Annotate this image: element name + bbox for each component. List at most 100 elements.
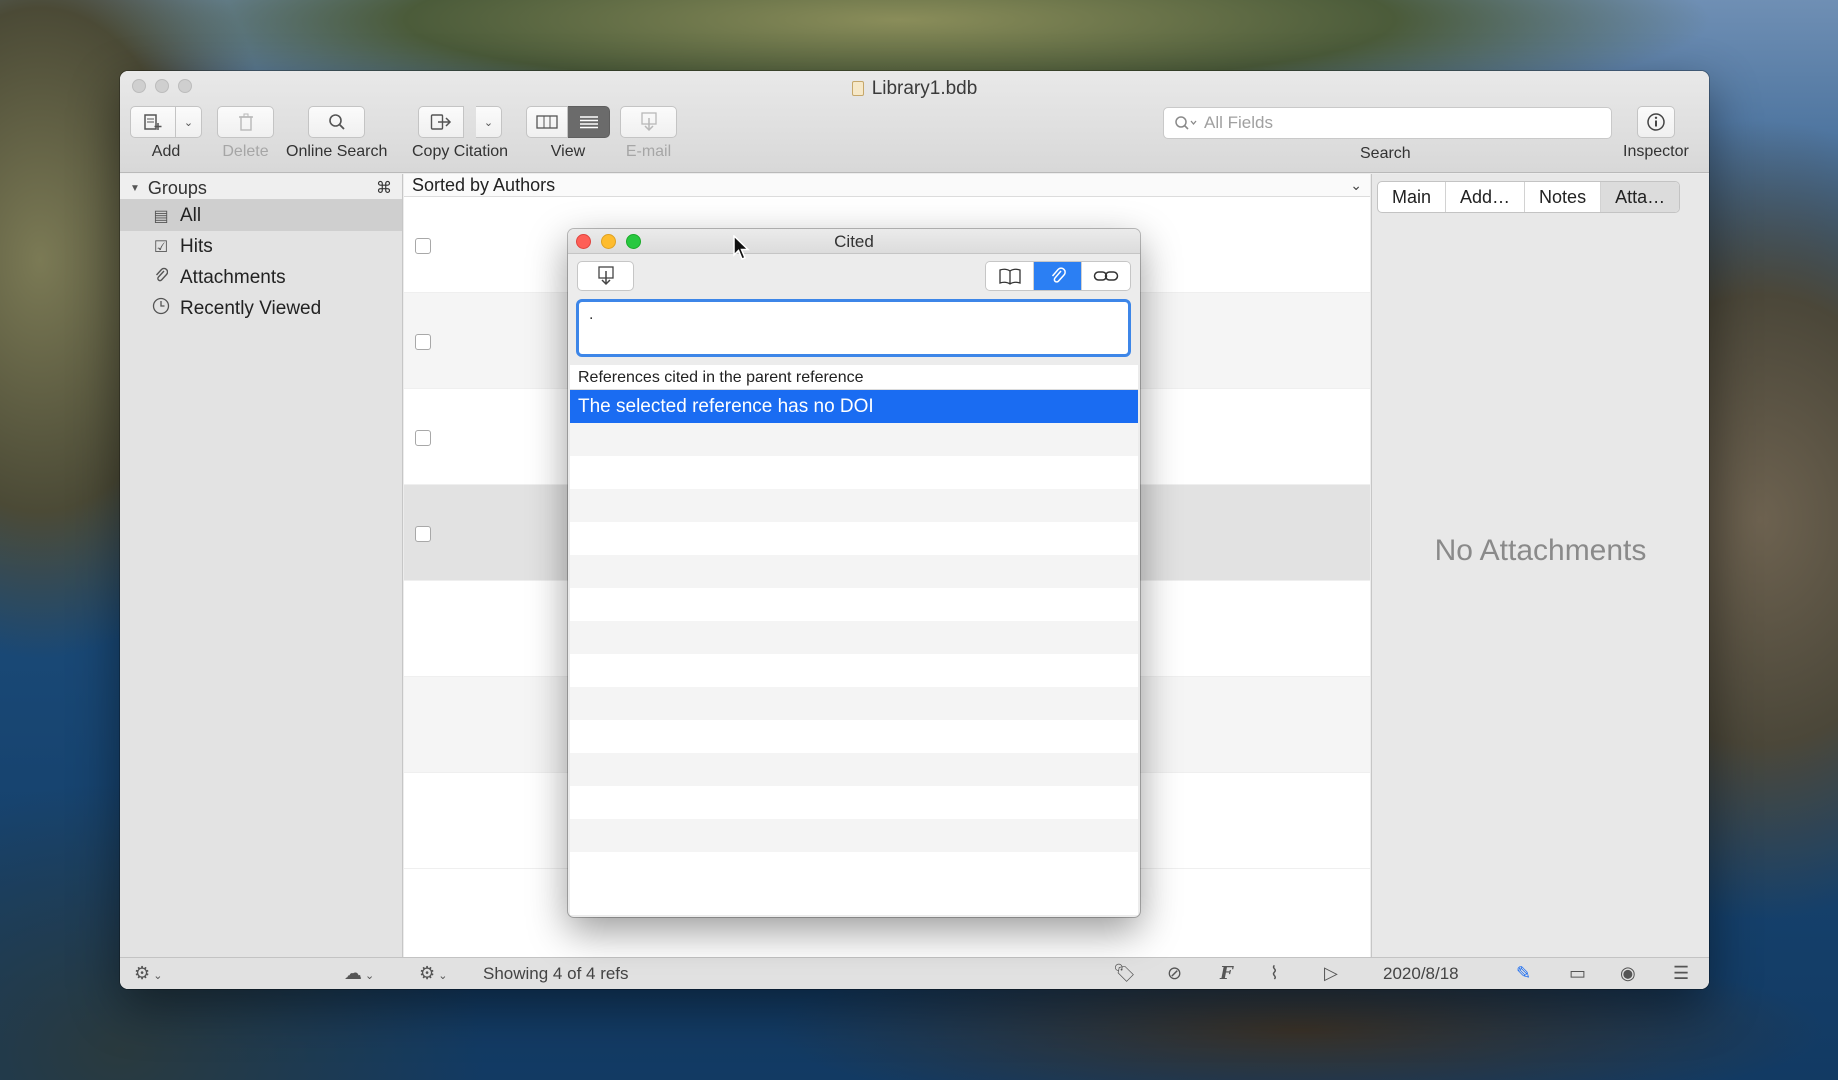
columns-icon bbox=[536, 115, 558, 129]
document-icon bbox=[851, 81, 864, 96]
list-item-empty bbox=[570, 687, 1138, 720]
list-item-empty bbox=[570, 720, 1138, 753]
email-group: E-mail bbox=[620, 106, 677, 161]
chevron-down-icon: ⌄ bbox=[483, 116, 494, 129]
delete-group: Delete bbox=[217, 106, 274, 161]
sidebar-item-attachments[interactable]: Attachments bbox=[120, 262, 402, 293]
add-label: Add bbox=[151, 143, 181, 160]
attachment-source-button[interactable] bbox=[1034, 262, 1082, 290]
no-attachments-message: No Attachments bbox=[1434, 534, 1647, 567]
minimize-dialog-button[interactable] bbox=[601, 234, 616, 249]
list-item-empty bbox=[570, 522, 1138, 555]
inspector-group: Inspector bbox=[1623, 106, 1689, 161]
list-icon[interactable]: ☰ bbox=[1673, 963, 1689, 984]
inspector-button[interactable] bbox=[1636, 106, 1675, 138]
online-search-label: Online Search bbox=[286, 143, 388, 160]
chevron-down-icon[interactable]: ⌄ bbox=[1350, 177, 1362, 194]
add-button[interactable] bbox=[130, 106, 176, 138]
sidebar: ▼ Groups ⌘ ▤ All ☑ Hits Attachments Rece… bbox=[120, 174, 403, 957]
disclosure-triangle-icon[interactable]: ▼ bbox=[130, 183, 140, 194]
list-item-empty bbox=[570, 654, 1138, 687]
sort-label: Sorted by Authors bbox=[412, 174, 556, 195]
sidebar-item-all[interactable]: ▤ All bbox=[120, 200, 402, 231]
groups-label: Groups bbox=[147, 177, 207, 198]
book-source-button[interactable] bbox=[986, 262, 1034, 290]
tab-attachments[interactable]: Atta… bbox=[1601, 182, 1680, 212]
sidebar-item-label: All bbox=[180, 204, 202, 226]
sidebar-item-recently-viewed[interactable]: Recently Viewed bbox=[120, 293, 402, 324]
dialog-titlebar: Cited bbox=[568, 229, 1140, 254]
status-date: 2020/8/18 bbox=[1383, 964, 1459, 983]
email-button[interactable] bbox=[620, 106, 677, 138]
groups-header[interactable]: ▼ Groups ⌘ bbox=[120, 174, 402, 200]
link-icon bbox=[1093, 271, 1119, 281]
dialog-window-controls bbox=[576, 234, 641, 249]
compass-icon[interactable]: ⊘ bbox=[1167, 963, 1182, 984]
email-label: E-mail bbox=[625, 143, 672, 160]
paperclip-icon[interactable]: ⌇ bbox=[1270, 963, 1279, 984]
add-menu-button[interactable]: ⌄ bbox=[176, 106, 202, 138]
status-bar: ⚙ ⌄ ☁ ⌄ ⚙ ⌄ Showing 4 of 4 refs 🏷︎ ⊘ F ⌇… bbox=[120, 957, 1709, 989]
import-icon bbox=[597, 266, 614, 286]
paperclip-icon bbox=[152, 266, 170, 289]
list-item-empty bbox=[570, 819, 1138, 852]
list-item-empty bbox=[570, 555, 1138, 588]
add-group: ⌄ Add bbox=[130, 106, 202, 161]
inspector-panel: Main Add… Notes Atta… No Attachments bbox=[1371, 174, 1709, 957]
inspector-tabs: Main Add… Notes Atta… bbox=[1377, 181, 1681, 213]
close-dialog-button[interactable] bbox=[576, 234, 591, 249]
library-icon: ▤ bbox=[153, 207, 169, 225]
search-input[interactable]: All Fields bbox=[1204, 113, 1273, 133]
online-search-button[interactable] bbox=[308, 106, 366, 138]
row-checkbox[interactable] bbox=[415, 526, 431, 542]
zoom-dialog-button[interactable] bbox=[626, 234, 641, 249]
list-view-button[interactable] bbox=[568, 106, 610, 138]
view-label: View bbox=[550, 143, 586, 160]
add-reference-icon bbox=[144, 114, 162, 130]
list-header: References cited in the parent reference bbox=[570, 365, 1138, 390]
sidebar-item-label: Recently Viewed bbox=[180, 297, 322, 319]
command-key-icon: ⌘ bbox=[376, 180, 392, 197]
gear-menu-icon[interactable]: ⚙ ⌄ bbox=[134, 963, 162, 984]
link-source-button[interactable] bbox=[1082, 262, 1130, 290]
copy-citation-button[interactable] bbox=[418, 106, 464, 138]
row-checkbox[interactable] bbox=[415, 430, 431, 446]
status-text: Showing 4 of 4 refs bbox=[483, 964, 629, 983]
titlebar: Library1.bdb ⌄ Add Delete Online Search … bbox=[120, 71, 1709, 173]
row-checkbox[interactable] bbox=[415, 238, 431, 254]
delete-label: Delete bbox=[222, 143, 269, 160]
list-item[interactable]: The selected reference has no DOI bbox=[570, 390, 1138, 423]
doi-input[interactable]: . bbox=[576, 299, 1131, 357]
export-icon bbox=[430, 114, 452, 130]
delete-button[interactable] bbox=[217, 106, 274, 138]
sort-header[interactable]: Sorted by Authors ⌄ bbox=[404, 174, 1370, 197]
trash-icon bbox=[238, 113, 253, 131]
online-search-group: Online Search bbox=[286, 106, 387, 161]
note-icon[interactable]: ▭ bbox=[1569, 963, 1586, 984]
cloud-icon[interactable]: ☁ ⌄ bbox=[344, 963, 374, 984]
tag-icon[interactable]: 🏷︎ bbox=[1113, 963, 1136, 984]
column-view-button[interactable] bbox=[526, 106, 568, 138]
checkbox-icon: ☑ bbox=[153, 238, 169, 256]
row-checkbox[interactable] bbox=[415, 334, 431, 350]
copy-citation-menu-button[interactable]: ⌄ bbox=[476, 106, 502, 138]
tab-notes[interactable]: Notes bbox=[1525, 182, 1602, 212]
view-group: View bbox=[526, 106, 610, 161]
sidebar-item-hits[interactable]: ☑ Hits bbox=[120, 231, 402, 262]
paperclip-icon bbox=[1051, 267, 1066, 283]
search-icon bbox=[1175, 116, 1197, 130]
search-field[interactable]: All Fields bbox=[1163, 107, 1612, 139]
sidebar-item-label: Hits bbox=[180, 235, 213, 257]
import-button[interactable] bbox=[577, 261, 634, 291]
eye-icon[interactable]: ◉ bbox=[1620, 963, 1636, 984]
gear-menu-icon[interactable]: ⚙ ⌄ bbox=[419, 963, 447, 984]
list-item-empty bbox=[570, 489, 1138, 522]
edit-icon[interactable]: ✎ bbox=[1516, 963, 1531, 984]
font-icon[interactable]: F bbox=[1220, 963, 1233, 984]
play-icon[interactable]: ▷ bbox=[1324, 963, 1338, 984]
source-segmented-control bbox=[985, 261, 1131, 291]
tab-additional[interactable]: Add… bbox=[1446, 182, 1526, 212]
search-label: Search bbox=[1360, 145, 1411, 162]
book-icon bbox=[998, 268, 1021, 285]
tab-main[interactable]: Main bbox=[1378, 182, 1447, 212]
